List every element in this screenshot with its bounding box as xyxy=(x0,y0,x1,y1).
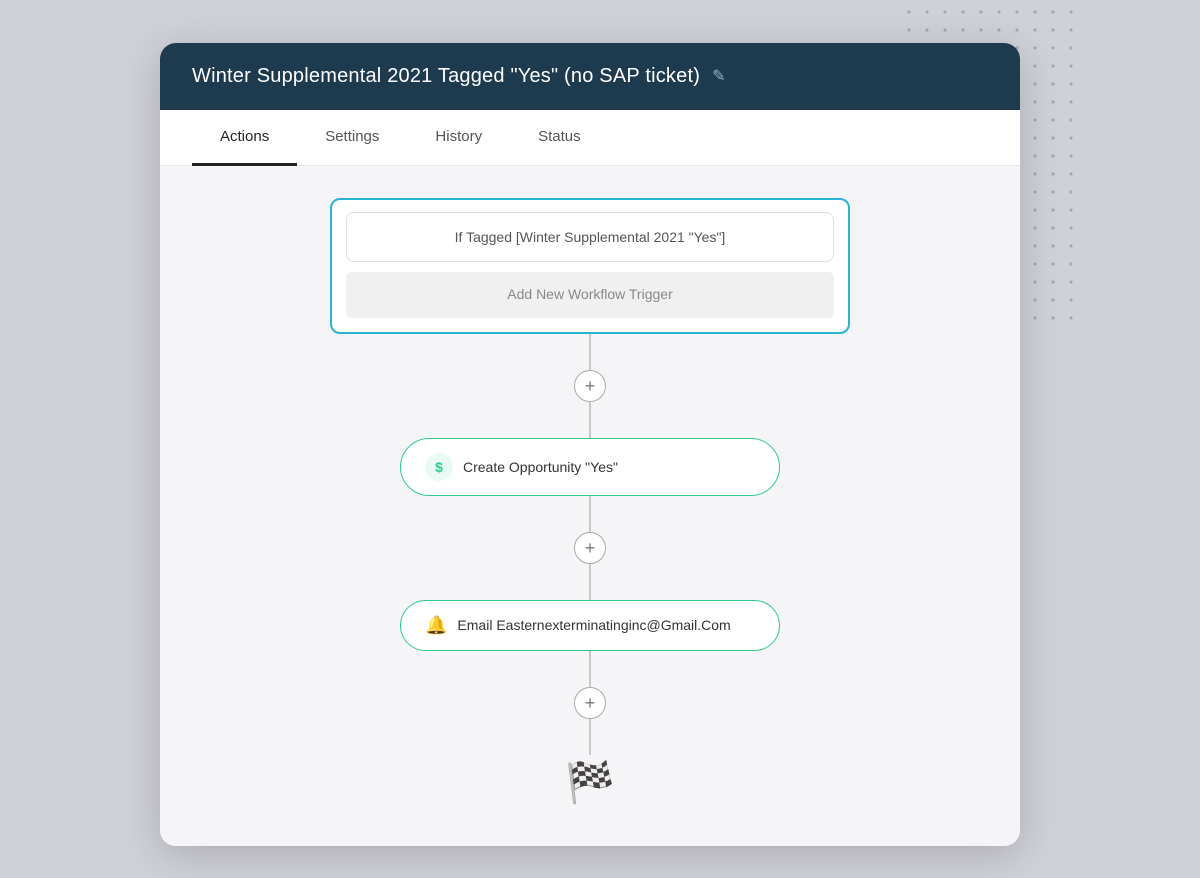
add-trigger-button[interactable]: Add New Workflow Trigger xyxy=(346,272,834,318)
workflow-flow: If Tagged [Winter Supplemental 2021 "Yes… xyxy=(184,198,996,806)
tab-settings[interactable]: Settings xyxy=(297,110,407,166)
connector-line-1 xyxy=(589,334,591,370)
workflow-canvas: If Tagged [Winter Supplemental 2021 "Yes… xyxy=(160,166,1020,846)
action-node-create-opportunity[interactable]: $ Create Opportunity "Yes" xyxy=(400,438,780,496)
card-header: Winter Supplemental 2021 Tagged "Yes" (n… xyxy=(160,43,1020,110)
tab-bar: Actions Settings History Status xyxy=(160,110,1020,166)
trigger-box[interactable]: If Tagged [Winter Supplemental 2021 "Yes… xyxy=(330,198,850,334)
page-wrapper: Winter Supplemental 2021 Tagged "Yes" (n… xyxy=(150,3,1050,876)
action-label-email: Email Easternexterminatinginc@Gmail.Com xyxy=(457,617,730,633)
action-node-email[interactable]: 🔔 Email Easternexterminatinginc@Gmail.Co… xyxy=(400,600,780,651)
connector-line-6 xyxy=(589,719,591,755)
add-step-button-1[interactable]: + xyxy=(574,370,606,402)
add-step-button-3[interactable]: + xyxy=(574,687,606,719)
connector-line-5 xyxy=(589,651,591,687)
trigger-condition-label: If Tagged [Winter Supplemental 2021 "Yes… xyxy=(346,212,834,262)
connector-line-2 xyxy=(589,402,591,438)
workflow-title: Winter Supplemental 2021 Tagged "Yes" (n… xyxy=(192,65,700,88)
tab-status[interactable]: Status xyxy=(510,110,609,166)
tab-history[interactable]: History xyxy=(407,110,510,166)
add-step-button-2[interactable]: + xyxy=(574,532,606,564)
connector-line-4 xyxy=(589,564,591,600)
finish-flag-icon: 🏁 xyxy=(565,759,615,806)
tab-actions[interactable]: Actions xyxy=(192,110,297,166)
connector-line-3 xyxy=(589,496,591,532)
main-card: Winter Supplemental 2021 Tagged "Yes" (n… xyxy=(160,43,1020,846)
edit-title-icon[interactable]: ✎ xyxy=(712,66,725,86)
action-label-create-opportunity: Create Opportunity "Yes" xyxy=(463,459,618,475)
bell-icon: 🔔 xyxy=(425,615,447,636)
dollar-icon: $ xyxy=(425,453,453,481)
